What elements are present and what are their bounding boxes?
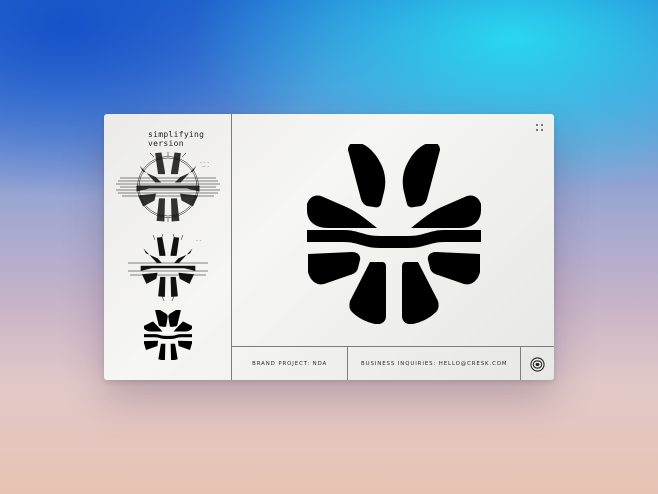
business-inquiries-link[interactable]: BUSINESS INQUIRIES: HELLO@CRESK.COM: [348, 347, 522, 380]
brand-project-label: BRAND PROJECT: NDA: [232, 347, 349, 380]
sketch-sidebar: simplifying version ~ ~ ~ ~~ ~ ~ ~: [104, 114, 232, 380]
studio-logo: [521, 347, 554, 380]
brand-mark-icon: [307, 144, 481, 324]
sketch-note: simplifying version: [148, 130, 205, 148]
sketch-final-icon: [144, 310, 192, 360]
grip-icon[interactable]: [536, 124, 544, 132]
footer-bar: BRAND PROJECT: NDA BUSINESS INQUIRIES: H…: [232, 346, 554, 380]
svg-text:~ ~: ~ ~: [196, 238, 202, 242]
presentation-card: simplifying version ~ ~ ~ ~~ ~ ~ ~ BRAND…: [104, 114, 554, 380]
sketch-refined-icon: ~ ~: [128, 233, 208, 302]
main-artboard: [232, 114, 554, 346]
sketch-rough-icon: ~ ~ ~~~ ~: [116, 152, 220, 222]
svg-text:~~ ~: ~~ ~: [202, 164, 209, 168]
studio-logo-icon: [530, 356, 545, 372]
